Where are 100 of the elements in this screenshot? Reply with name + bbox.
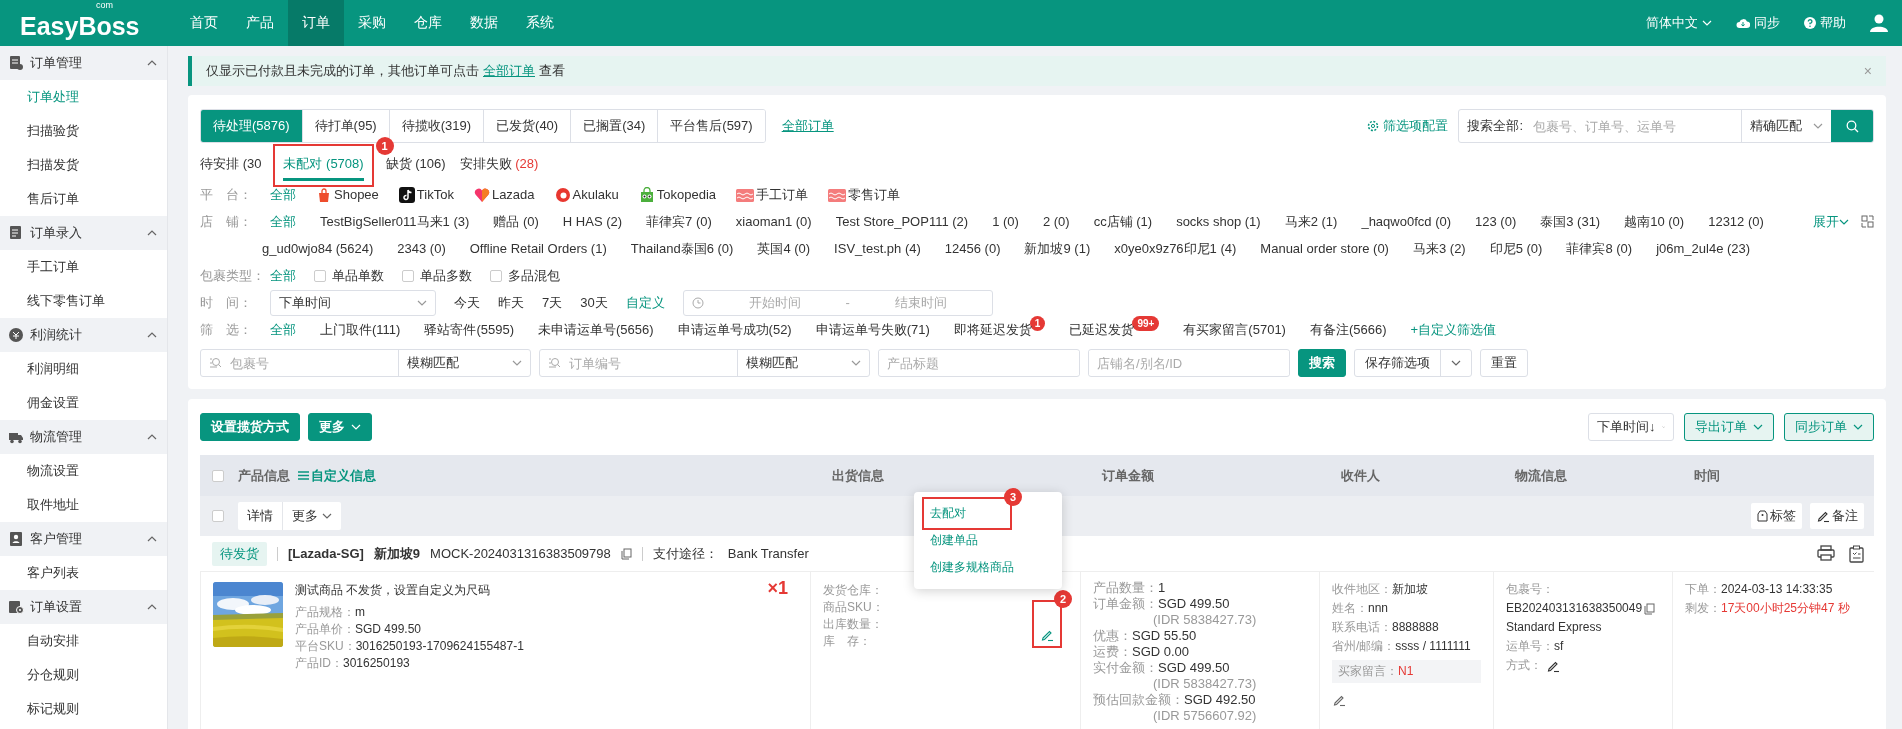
all-orders-link[interactable]: 全部订单	[483, 62, 535, 80]
chevron-icon[interactable]	[147, 432, 157, 442]
sort-select[interactable]: 下单时间↓	[1588, 413, 1674, 441]
filter-option[interactable]: 全部	[270, 181, 296, 208]
filter-option[interactable]: 有备注(5666)	[1309, 316, 1387, 343]
menu-item[interactable]: 创建单品	[914, 527, 1062, 554]
detail-button[interactable]: 详情	[238, 502, 282, 530]
chevron-icon[interactable]	[147, 602, 157, 612]
nav-tab[interactable]: 系统	[512, 0, 568, 46]
sidebar-item[interactable]: 客户列表	[0, 556, 167, 590]
store-option[interactable]: j06m_2ul4e (23)	[1656, 235, 1751, 262]
nav-tab[interactable]: 订单	[288, 0, 344, 46]
sidebar-group[interactable]: 客户管理	[0, 522, 167, 556]
checkbox[interactable]	[402, 269, 414, 282]
search-button[interactable]	[1831, 110, 1873, 142]
sub-tab[interactable]: 安排失败 (28)	[459, 151, 539, 181]
match-select[interactable]: 模糊匹配	[737, 350, 869, 376]
sidebar-group[interactable]: 订单管理	[0, 46, 167, 80]
sidebar-item[interactable]: 售后订单	[0, 182, 167, 216]
more-button[interactable]: 更多	[282, 502, 341, 530]
status-tab[interactable]: 待处理(5876)	[201, 110, 303, 142]
filter-option[interactable]: 有买家留言(5701)	[1183, 316, 1286, 343]
platform-option[interactable]: Lazada	[473, 181, 535, 208]
store-option[interactable]: 新加坡9 (1)	[1024, 235, 1091, 262]
user-icon[interactable]	[1870, 14, 1888, 32]
platform-option[interactable]: Akulaku	[554, 181, 619, 208]
expand-link[interactable]: 展开	[1813, 208, 1849, 235]
store-option[interactable]: TestBigSeller011马来1 (3)	[320, 208, 470, 235]
sidebar-item[interactable]: 订单处理	[0, 80, 167, 114]
store-option[interactable]: 马来3 (2)	[1412, 235, 1466, 262]
language-select[interactable]: 简体中文	[1646, 14, 1712, 32]
toolbar-dropdown-button[interactable]: 同步订单	[1784, 413, 1874, 441]
search-field[interactable]: 包裹号 模糊匹配	[200, 349, 531, 377]
chevron-icon[interactable]	[147, 330, 157, 340]
chevron-icon[interactable]	[147, 534, 157, 544]
sidebar-item[interactable]: 物流设置	[0, 454, 167, 488]
custom-time-link[interactable]: 自定义	[625, 289, 665, 316]
toolbar-button[interactable]: 设置揽货方式	[200, 413, 300, 441]
checkbox[interactable]	[490, 269, 502, 282]
sidebar-group[interactable]: 订单设置	[0, 590, 167, 624]
filter-option[interactable]: 申请运单号失败(71)	[815, 316, 930, 343]
store-option[interactable]: 菲律宾7 (0)	[646, 208, 712, 235]
sidebar-item[interactable]: 自动安排	[0, 624, 167, 658]
row-checkbox[interactable]	[212, 510, 224, 522]
store-option[interactable]: 12312 (0)	[1708, 208, 1764, 235]
store-option[interactable]: 越南10 (0)	[1624, 208, 1685, 235]
filter-option[interactable]: 全部	[270, 208, 296, 235]
nav-tab[interactable]: 产品	[232, 0, 288, 46]
store-option[interactable]: 泰国3 (31)	[1540, 208, 1601, 235]
platform-option[interactable]: TikTok	[398, 181, 454, 208]
clipboard-icon[interactable]	[1849, 544, 1864, 563]
platform-option[interactable]: 零售订单	[828, 181, 901, 208]
sidebar-item[interactable]: 标记规则	[0, 692, 167, 726]
reset-button[interactable]: 重置	[1480, 349, 1528, 377]
filter-option[interactable]: 驿站寄件(5595)	[424, 316, 514, 343]
sidebar-item[interactable]: 扫描验货	[0, 114, 167, 148]
store-option[interactable]: x0ye0x9z76印尼1 (4)	[1114, 235, 1237, 262]
pencil-icon[interactable]	[1332, 693, 1346, 707]
sidebar-group[interactable]: 订单录入	[0, 216, 167, 250]
tag-button[interactable]: 标签	[1751, 503, 1802, 529]
store-option[interactable]: 赠品 (0)	[493, 208, 539, 235]
remark-button[interactable]: 备注	[1810, 503, 1864, 529]
store-option[interactable]: Test Store_POP111 (2)	[835, 208, 969, 235]
search-field[interactable]: 产品标题	[878, 349, 1080, 377]
platform-option[interactable]: 手工订单	[736, 181, 809, 208]
nav-tab[interactable]: 数据	[456, 0, 512, 46]
sidebar-item[interactable]: 取件地址	[0, 488, 167, 522]
search-field[interactable]: 店铺名/别名/ID	[1088, 349, 1290, 377]
copy-icon[interactable]	[620, 547, 632, 560]
filter-option[interactable]: 已延迟发货	[1069, 316, 1135, 343]
printer-icon[interactable]	[1817, 544, 1835, 561]
toolbar-button[interactable]: 更多	[308, 413, 372, 441]
menu-item[interactable]: 创建多规格商品	[914, 554, 1062, 581]
store-option[interactable]: 123 (0)	[1475, 208, 1517, 235]
store-option[interactable]: 印尼5 (0)	[1489, 235, 1543, 262]
nav-tab[interactable]: 仓库	[400, 0, 456, 46]
time-option[interactable]: 昨天	[498, 289, 524, 316]
chevron-icon[interactable]	[147, 58, 157, 68]
filter-option[interactable]: 全部	[270, 316, 296, 343]
search-button[interactable]: 搜索	[1298, 349, 1346, 377]
store-option[interactable]: 2 (0)	[1042, 208, 1070, 235]
store-option[interactable]: _haqwo0fcd (0)	[1361, 208, 1452, 235]
store-option[interactable]: 1 (0)	[992, 208, 1019, 235]
nav-tab[interactable]: 首页	[176, 0, 232, 46]
sidebar-item[interactable]: 分仓规则	[0, 658, 167, 692]
sidebar-item[interactable]: 利润明细	[0, 352, 167, 386]
sidebar-group[interactable]: 利润统计	[0, 318, 167, 352]
sidebar-item[interactable]: 佣金设置	[0, 386, 167, 420]
search-field[interactable]: 订单编号 模糊匹配	[539, 349, 870, 377]
time-option[interactable]: 今天	[454, 289, 480, 316]
filter-option[interactable]: 全部	[270, 262, 296, 289]
filter-option[interactable]: 未申请运单号(5656)	[538, 316, 654, 343]
help-button[interactable]: 帮助	[1804, 14, 1846, 32]
store-option[interactable]: 12456 (0)	[944, 235, 1001, 262]
store-option[interactable]: cc店铺 (1)	[1093, 208, 1153, 235]
match-select[interactable]: 模糊匹配	[398, 350, 530, 376]
time-type-select[interactable]: 下单时间	[270, 289, 436, 316]
global-search-field[interactable]: 搜索全部: 包裹号、订单号、运单号 精确匹配	[1458, 109, 1874, 143]
filter-config-link[interactable]: 筛选项配置	[1367, 117, 1449, 135]
store-option[interactable]: socks shop (1)	[1176, 208, 1261, 235]
